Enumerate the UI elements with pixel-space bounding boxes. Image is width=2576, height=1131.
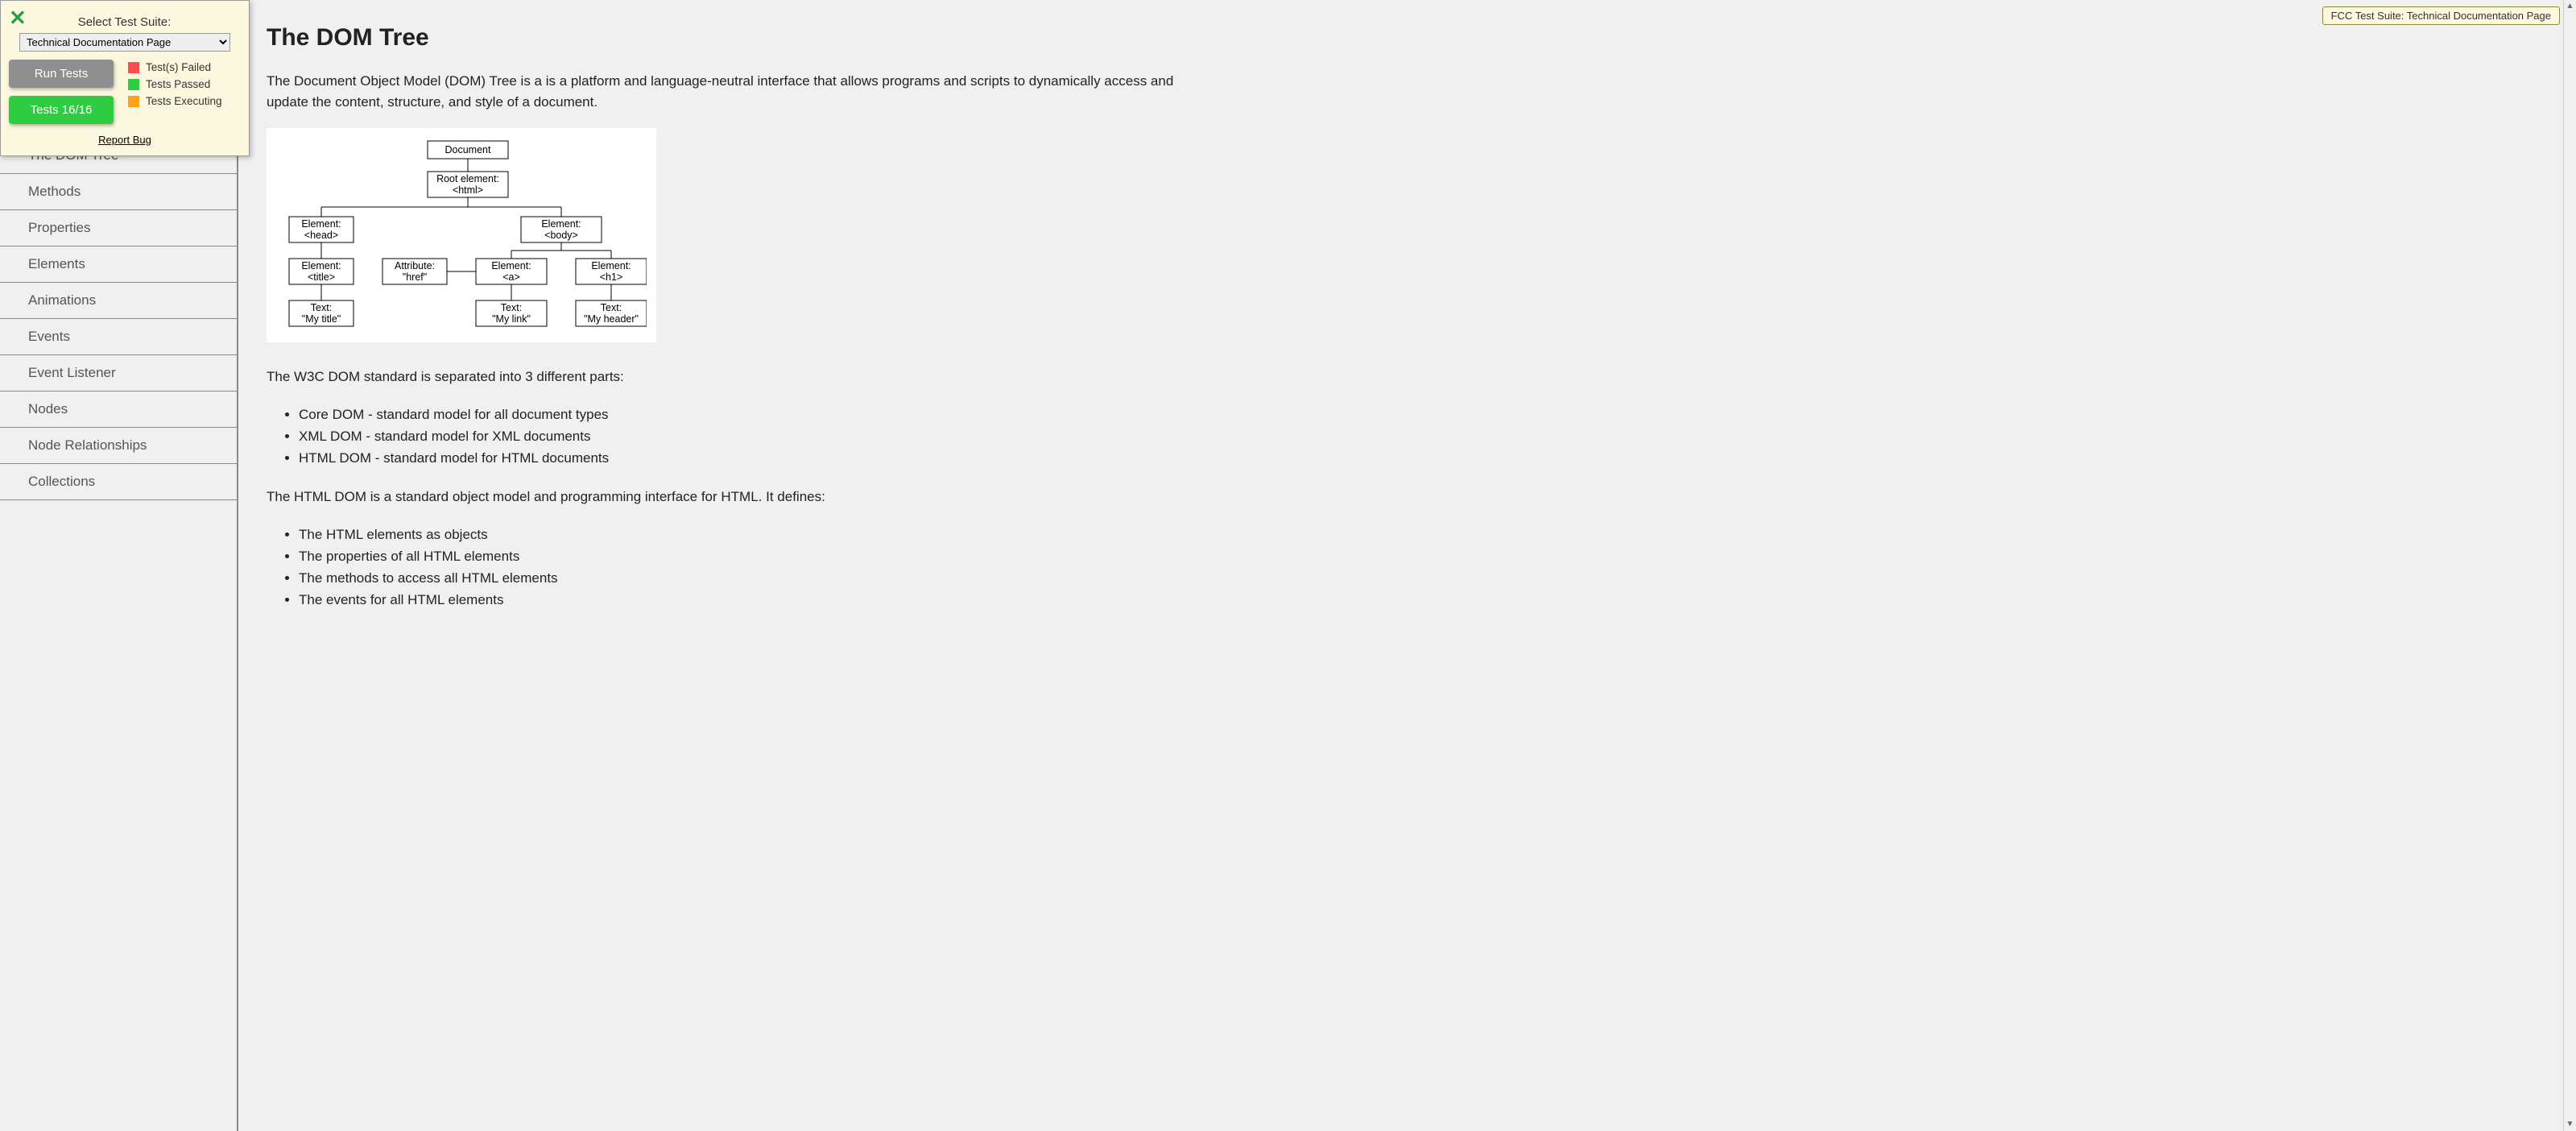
nav-label: Elements — [28, 256, 85, 271]
swatch-green-icon — [128, 79, 139, 90]
html-dom-defines-list: The HTML elements as objects The propert… — [299, 524, 1217, 611]
legend-failed: Test(s) Failed — [128, 61, 222, 73]
html-dom-paragraph: The HTML DOM is a standard object model … — [267, 487, 1217, 508]
nav-label: Events — [28, 329, 70, 344]
list-item: The events for all HTML elements — [299, 589, 1217, 611]
nav-item-event-listener[interactable]: Event Listener — [0, 354, 237, 391]
svg-text:"My link": "My link" — [492, 313, 531, 325]
nav-label: Collections — [28, 474, 95, 489]
list-item: The properties of all HTML elements — [299, 545, 1217, 567]
swatch-orange-icon — [128, 96, 139, 107]
nav-item-animations[interactable]: Animations — [0, 282, 237, 318]
list-item: HTML DOM - standard model for HTML docum… — [299, 447, 1217, 469]
svg-text:Element:: Element: — [301, 218, 341, 230]
list-item: The HTML elements as objects — [299, 524, 1217, 545]
svg-text:Element:: Element: — [591, 260, 631, 271]
close-icon[interactable]: ✕ — [9, 7, 27, 28]
fcc-indicator-badge[interactable]: FCC Test Suite: Technical Documentation … — [2322, 6, 2560, 25]
svg-text:<a>: <a> — [502, 271, 520, 283]
legend-label: Tests Executing — [146, 95, 222, 107]
test-legend: Test(s) Failed Tests Passed Tests Execut… — [128, 60, 222, 107]
svg-text:<html>: <html> — [453, 184, 483, 196]
nav-label: Animations — [28, 292, 96, 308]
legend-label: Test(s) Failed — [146, 61, 211, 73]
svg-text:Document: Document — [445, 144, 491, 155]
swatch-red-icon — [128, 62, 139, 73]
nav-item-nodes[interactable]: Nodes — [0, 391, 237, 427]
svg-text:<body>: <body> — [544, 230, 578, 241]
legend-passed: Tests Passed — [128, 78, 222, 90]
svg-text:Text:: Text: — [501, 302, 522, 313]
nav-label: Properties — [28, 220, 90, 235]
dom-tree-diagram: Document Root element: <html> Element: <… — [267, 128, 656, 342]
nav-item-events[interactable]: Events — [0, 318, 237, 354]
legend-label: Tests Passed — [146, 78, 210, 90]
list-item: XML DOM - standard model for XML documen… — [299, 425, 1217, 447]
dom-tree-svg: Document Root element: <html> Element: <… — [276, 139, 647, 333]
w3c-intro-paragraph: The W3C DOM standard is separated into 3… — [267, 367, 1217, 387]
svg-text:Element:: Element: — [541, 218, 581, 230]
nav-label: Methods — [28, 184, 81, 199]
nav-item-properties[interactable]: Properties — [0, 209, 237, 246]
nav-label: Nodes — [28, 401, 68, 416]
main-content: The DOM Tree The Document Object Model (… — [238, 0, 1245, 652]
scroll-up-icon[interactable]: ▲ — [2564, 0, 2576, 13]
nav-label: Event Listener — [28, 365, 116, 380]
sidebar: Documentation on DOM from w3schools.com … — [0, 0, 238, 1131]
svg-text:"href": "href" — [403, 271, 427, 283]
list-item: Core DOM - standard model for all docume… — [299, 404, 1217, 425]
nav-item-methods[interactable]: Methods — [0, 173, 237, 209]
legend-executing: Tests Executing — [128, 95, 222, 107]
svg-text:Attribute:: Attribute: — [395, 260, 435, 271]
svg-text:Text:: Text: — [601, 302, 622, 313]
report-bug-link[interactable]: Report Bug — [9, 134, 241, 146]
select-suite-label: Select Test Suite: — [78, 15, 172, 29]
nav-item-elements[interactable]: Elements — [0, 246, 237, 282]
page-title: The DOM Tree — [267, 24, 1217, 52]
svg-text:"My title": "My title" — [302, 313, 341, 325]
scroll-down-icon[interactable]: ▼ — [2564, 1118, 2576, 1131]
svg-text:<title>: <title> — [308, 271, 335, 283]
test-suite-select[interactable]: Technical Documentation Page — [19, 33, 230, 52]
nav-label: Node Relationships — [28, 437, 147, 453]
svg-text:Text:: Text: — [311, 302, 332, 313]
svg-text:Element:: Element: — [301, 260, 341, 271]
nav-item-node-relationships[interactable]: Node Relationships — [0, 427, 237, 463]
svg-text:<h1>: <h1> — [600, 271, 623, 283]
scrollbar[interactable]: ▲ ▼ — [2563, 0, 2576, 1131]
intro-paragraph: The Document Object Model (DOM) Tree is … — [267, 71, 1217, 112]
svg-text:Element:: Element: — [491, 260, 531, 271]
svg-text:<head>: <head> — [304, 230, 338, 241]
nav-list: The DOM Tree Methods Properties Elements… — [0, 137, 237, 500]
run-tests-button[interactable]: Run Tests — [9, 60, 114, 88]
dom-parts-list: Core DOM - standard model for all docume… — [299, 404, 1217, 470]
tests-result-button[interactable]: Tests 16/16 — [9, 96, 114, 124]
nav-item-collections[interactable]: Collections — [0, 463, 237, 500]
svg-text:"My header": "My header" — [584, 313, 639, 325]
svg-text:Root element:: Root element: — [436, 173, 499, 184]
list-item: The methods to access all HTML elements — [299, 567, 1217, 589]
fcc-test-panel: ✕ Select Test Suite: Technical Documenta… — [0, 0, 250, 156]
